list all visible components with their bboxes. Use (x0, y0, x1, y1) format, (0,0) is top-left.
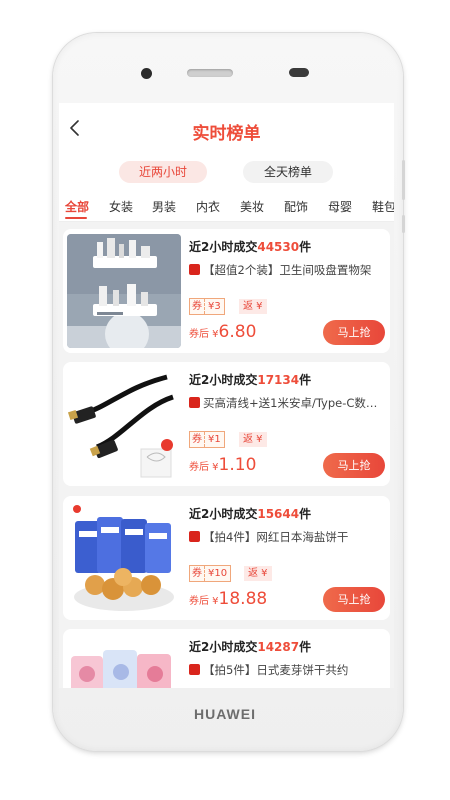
tmall-icon (189, 664, 200, 675)
sales-count-text: 近2小时成交44530件 (189, 240, 312, 254)
volume-button (402, 160, 405, 200)
coupon-price: 券后 ¥6.80 (189, 322, 257, 342)
category-accessories[interactable]: 配饰 (284, 198, 308, 215)
category-underwear[interactable]: 内衣 (196, 198, 220, 215)
product-title: 【超值2个装】卫生间吸盘置物架 (189, 262, 381, 278)
tmall-icon (189, 531, 200, 542)
coupon-price: 券后 ¥18.88 (189, 589, 268, 609)
mode-tab-bar: 近两小时 全天榜单 (59, 153, 394, 193)
category-men[interactable]: 男装 (152, 198, 176, 215)
power-button (402, 215, 405, 233)
device-brand: HUAWEI (194, 706, 256, 722)
buy-now-button[interactable]: 马上抢 (323, 453, 385, 478)
product-card[interactable]: 近2小时成交14287件 【拍5件】日式麦芽饼干共约 (63, 629, 390, 688)
device-mockup: HUAWEI 实时榜单 近两小时 全天榜单 全部 女装 男装 内衣 美妆 配饰 … (0, 0, 450, 800)
coupon-tag: 券 ¥1 (189, 431, 225, 448)
tab-all-day[interactable]: 全天榜单 (243, 161, 333, 183)
category-baby[interactable]: 母婴 (328, 198, 352, 215)
sea-salt-biscuits-image (67, 501, 181, 615)
category-bags[interactable]: 鞋包 (372, 198, 394, 215)
sales-count-text: 近2小时成交15644件 (189, 507, 312, 521)
bathroom-shelf-image (67, 234, 181, 348)
product-title: 【拍5件】日式麦芽饼干共约 (189, 662, 381, 678)
sales-count-text: 近2小时成交14287件 (189, 640, 312, 654)
product-card[interactable]: 近2小时成交17134件 买高清线+送1米安卓/Type-C数据线 券 ¥1 返 … (63, 362, 390, 486)
earpiece-speaker (187, 69, 233, 77)
rebate-tag: 返 ¥ (239, 432, 267, 447)
hdmi-cable-image (67, 367, 181, 481)
coupon-tag: 券 ¥3 (189, 298, 225, 315)
top-bar: 实时榜单 (59, 103, 394, 153)
category-women[interactable]: 女装 (109, 198, 133, 215)
sales-count-text: 近2小时成交17134件 (189, 373, 312, 387)
product-title: 【拍4件】网红日本海盐饼干 (189, 529, 381, 545)
app-screen: 实时榜单 近两小时 全天榜单 全部 女装 男装 内衣 美妆 配饰 母婴 鞋包 近… (59, 103, 394, 688)
product-card[interactable]: 近2小时成交15644件 【拍4件】网红日本海盐饼干 券 ¥10 返 ¥ 券后 ¥… (63, 496, 390, 620)
product-card[interactable]: 近2小时成交44530件 【超值2个装】卫生间吸盘置物架 券 ¥3 返 ¥ 券后 … (63, 229, 390, 353)
category-beauty[interactable]: 美妆 (240, 198, 264, 215)
malt-biscuits-image (67, 634, 181, 688)
category-active-indicator (65, 217, 87, 219)
coupon-tag: 券 ¥10 (189, 565, 232, 582)
rebate-tag: 返 ¥ (239, 299, 267, 314)
buy-now-button[interactable]: 马上抢 (323, 320, 385, 345)
buy-now-button[interactable]: 马上抢 (323, 587, 385, 612)
rebate-tag: 返 ¥ (244, 566, 272, 581)
category-bar: 全部 女装 男装 内衣 美妆 配饰 母婴 鞋包 (59, 193, 394, 222)
category-all[interactable]: 全部 (65, 198, 89, 215)
front-camera-icon (141, 68, 152, 79)
product-title: 买高清线+送1米安卓/Type-C数据线 (189, 395, 381, 411)
coupon-price: 券后 ¥1.10 (189, 455, 257, 475)
page-title: 实时榜单 (192, 124, 261, 144)
proximity-sensor (289, 68, 309, 77)
tmall-icon (189, 264, 200, 275)
tab-last-two-hours[interactable]: 近两小时 (119, 161, 207, 183)
tmall-icon (189, 397, 200, 408)
